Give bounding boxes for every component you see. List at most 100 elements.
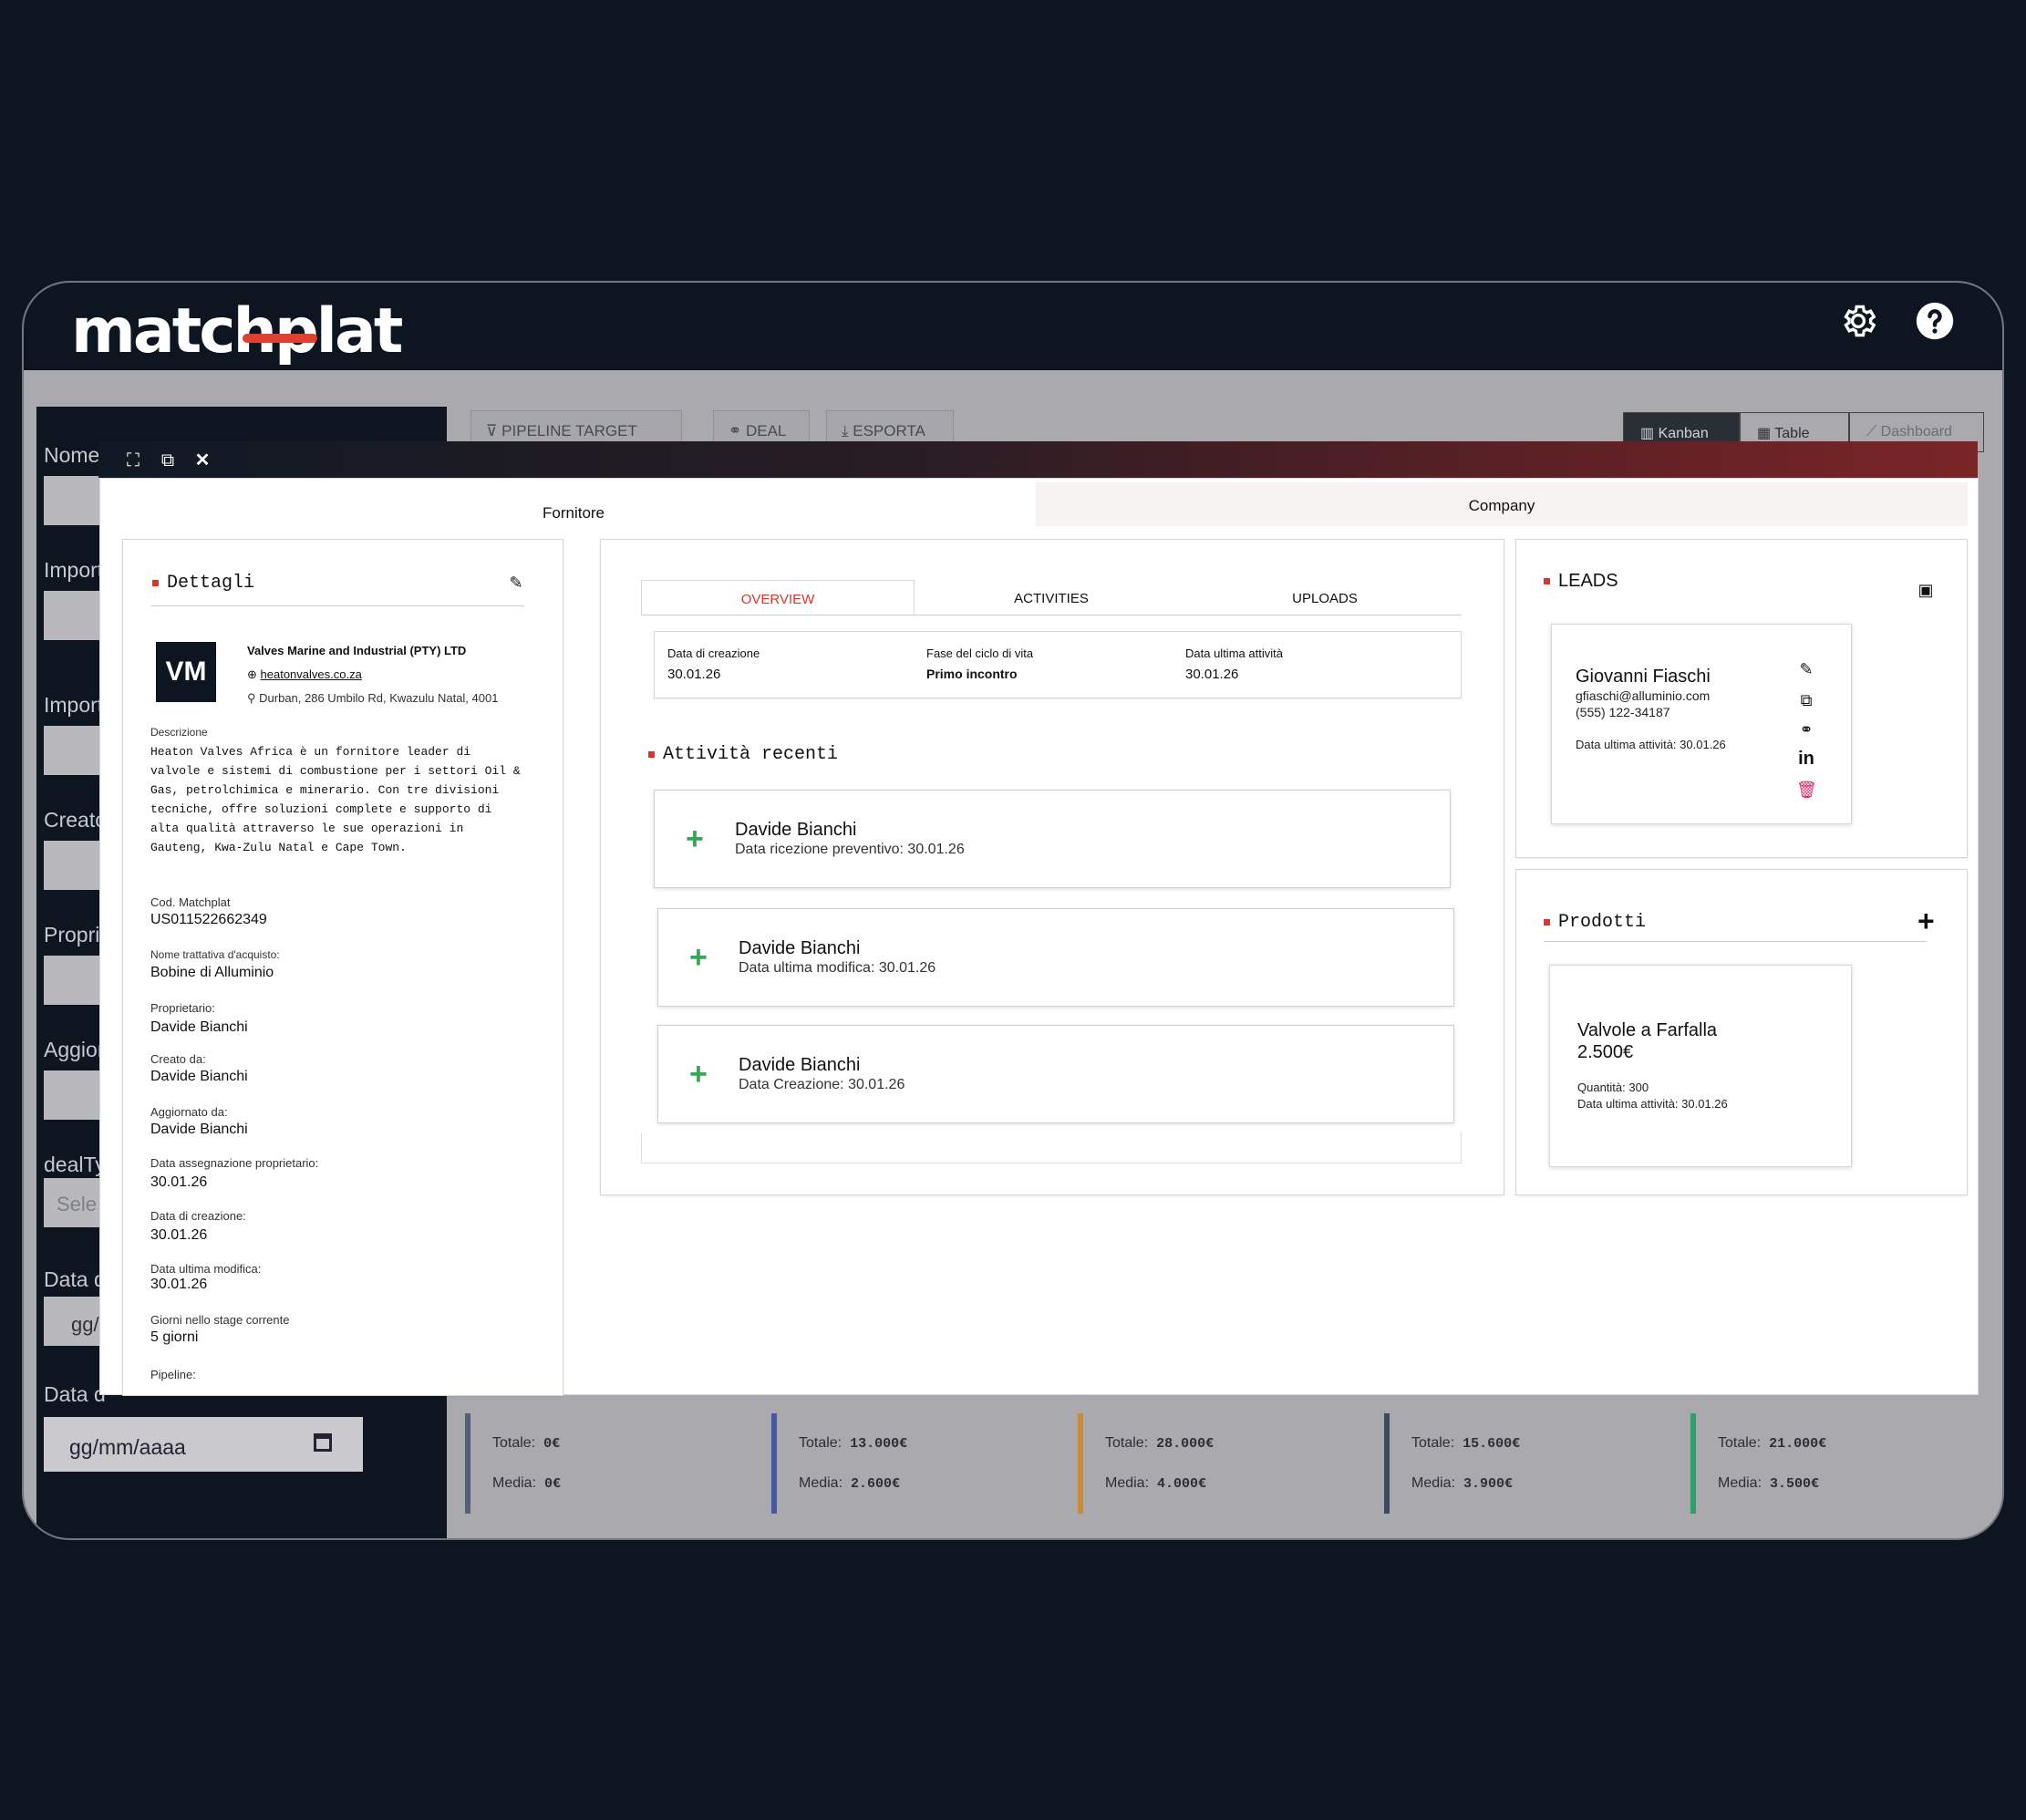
field-label: Cod. Matchplat: [150, 895, 231, 909]
activity-card[interactable]: + Davide Bianchi Data ultima modifica: 3…: [657, 908, 1454, 1007]
kanban-stat-card: Totale: 28.000€ Media: 4.000€: [1078, 1413, 1360, 1514]
products-panel: Prodotti + Valvole a Farfalla 2.500€ Qua…: [1515, 869, 1968, 1195]
filter-label-data-2: Data d: [44, 1382, 106, 1406]
totale-value: 0€: [543, 1436, 561, 1452]
media-label: Media:: [799, 1475, 843, 1491]
open-external-icon[interactable]: ⧉: [159, 451, 177, 470]
description-line: alta qualità attraverso le sue operazion…: [150, 822, 464, 835]
company-avatar: VM: [156, 642, 216, 702]
lead-card[interactable]: Giovanni Fiaschi gfiaschi@alluminio.com …: [1551, 624, 1852, 824]
leads-panel: LEADS ▣ Giovanni Fiaschi gfiaschi@allumi…: [1515, 539, 1968, 858]
fullscreen-icon[interactable]: ⛶: [124, 451, 142, 470]
field-label: Aggiornato da:: [150, 1105, 228, 1119]
calendar-icon[interactable]: [314, 1433, 332, 1452]
product-price: 2.500€: [1577, 1042, 1634, 1062]
activity-name: Davide Bianchi: [739, 1055, 861, 1075]
activity-detail: Data ultima modifica: 30.01.26: [739, 960, 936, 976]
filter-label-aggiornato: Aggior: [44, 1038, 105, 1061]
media-value: 4.000€: [1157, 1476, 1207, 1492]
download-icon: ⤓: [842, 422, 853, 439]
details-title: Dettagli: [152, 573, 254, 594]
recent-activities-title: Attività recenti: [648, 744, 838, 765]
location-pin-icon: ⚲: [247, 691, 260, 705]
activity-detail: Data ricezione preventivo: 30.01.26: [735, 842, 965, 857]
field-label: Data di creazione:: [150, 1209, 246, 1223]
handshake-icon[interactable]: ⚭: [1796, 719, 1816, 739]
dashboard-label: Dashboard: [1880, 424, 1952, 439]
globe-icon: ⊕: [247, 667, 261, 681]
filter-label-dealtype: dealTy: [44, 1153, 106, 1176]
activity-card[interactable]: + Davide Bianchi Data ricezione preventi…: [654, 790, 1451, 888]
field-label: Data ultima modifica:: [150, 1262, 262, 1276]
description-line: valvole e sistemi di combustione per i s…: [150, 764, 521, 778]
products-title: Prodotti: [1544, 912, 1646, 933]
media-label: Media:: [1105, 1475, 1150, 1491]
media-value: 3.900€: [1463, 1476, 1514, 1492]
table-icon: ▦: [1757, 426, 1775, 441]
lead-phone: (555) 122-34187: [1576, 705, 1670, 719]
description-line: Heaton Valves Africa è un fornitore lead…: [150, 745, 471, 759]
activity-detail: Data Creazione: 30.01.26: [739, 1077, 905, 1092]
field-value: Davide Bianchi: [150, 1122, 248, 1137]
field-value: US011522662349: [150, 912, 267, 927]
app-window: matchplat Nome Import Import Creato Prop…: [22, 281, 2004, 1540]
activity-name: Davide Bianchi: [735, 820, 857, 840]
totale-value: 15.600€: [1463, 1436, 1521, 1452]
help-icon[interactable]: [1915, 301, 1955, 341]
address-row: ⚲ Durban, 286 Umbilo Rd, Kwazulu Natal, …: [247, 691, 498, 706]
product-name: Valvole a Farfalla: [1577, 1020, 1718, 1040]
close-icon[interactable]: ✕: [193, 451, 212, 470]
summary-label: Fase del ciclo di vita: [926, 646, 1034, 660]
field-value: 30.01.26: [150, 1174, 208, 1190]
tab-uploads[interactable]: UPLOADS: [1188, 580, 1462, 615]
totale-label: Totale:: [1718, 1435, 1762, 1451]
kanban-icon: ▥: [1640, 426, 1659, 441]
summary-label: Data di creazione: [667, 646, 760, 660]
filter-label-nome: Nome: [44, 443, 100, 467]
activity-card[interactable]: + Davide Bianchi Data Creazione: 30.01.2…: [657, 1025, 1454, 1123]
trash-icon[interactable]: 🗑: [1796, 780, 1817, 800]
edit-icon[interactable]: ✎: [1796, 659, 1816, 679]
field-label: Proprietario:: [150, 1001, 215, 1015]
overview-panel: OVERVIEW ACTIVITIES UPLOADS Data di crea…: [600, 539, 1504, 1195]
kanban-stat-card: Totale: 21.000€ Media: 3.500€: [1690, 1413, 1973, 1514]
leads-title: LEADS: [1544, 571, 1618, 592]
product-card[interactable]: Valvole a Farfalla 2.500€ Quantità: 300 …: [1549, 965, 1852, 1167]
brand-logo[interactable]: matchplat: [71, 295, 403, 367]
summary-box: Data di creazione 30.01.26 Fase del cicl…: [654, 631, 1462, 698]
handshake-icon: ⚭: [729, 422, 746, 439]
open-external-icon[interactable]: ⧉: [1796, 690, 1816, 710]
pipeline-target-label: PIPELINE TARGET: [501, 422, 637, 439]
gear-icon[interactable]: [1838, 301, 1878, 341]
tab-company[interactable]: Company: [1036, 482, 1968, 526]
totale-label: Totale:: [1411, 1435, 1455, 1451]
summary-label: Data ultima attività: [1185, 646, 1283, 660]
add-product-icon[interactable]: +: [1917, 905, 1935, 938]
address-text: Durban, 286 Umbilo Rd, Kwazulu Natal, 40…: [259, 691, 499, 705]
deal-detail-modal: Company Fornitore Dettagli ✎ VM Valves M…: [99, 478, 1979, 1396]
field-label: Data assegnazione proprietario:: [150, 1156, 319, 1170]
tab-fornitore[interactable]: Fornitore: [111, 490, 1036, 524]
product-quantity: Quantità: 300: [1577, 1081, 1649, 1094]
field-label: Creato da:: [150, 1052, 206, 1066]
edit-icon[interactable]: ✎: [506, 573, 526, 593]
description-label: Descrizione: [150, 726, 208, 739]
table-label: Table: [1774, 426, 1810, 441]
filter-label-importo-1: Import: [44, 558, 104, 582]
media-label: Media:: [1718, 1475, 1762, 1491]
website-link[interactable]: heatonvalves.co.za: [261, 667, 362, 681]
lead-last-activity: Data ultima attività: 30.01.26: [1576, 738, 1726, 751]
tab-activities[interactable]: ACTIVITIES: [915, 580, 1188, 615]
field-value: 30.01.26: [150, 1277, 208, 1292]
filter-label-importo-2: Import: [44, 693, 104, 717]
media-value: 2.600€: [851, 1476, 901, 1492]
summary-value: 30.01.26: [1185, 667, 1239, 682]
totale-value: 28.000€: [1156, 1436, 1215, 1452]
kanban-label: Kanban: [1658, 426, 1709, 441]
contact-card-icon[interactable]: ▣: [1916, 580, 1936, 600]
lead-email: gfiaschi@alluminio.com: [1576, 688, 1711, 703]
linkedin-icon[interactable]: in: [1796, 749, 1816, 769]
tab-overview[interactable]: OVERVIEW: [641, 580, 915, 615]
logo-accent-bar: [243, 334, 317, 343]
kanban-stat-card: Totale: 15.600€ Media: 3.900€: [1384, 1413, 1667, 1514]
